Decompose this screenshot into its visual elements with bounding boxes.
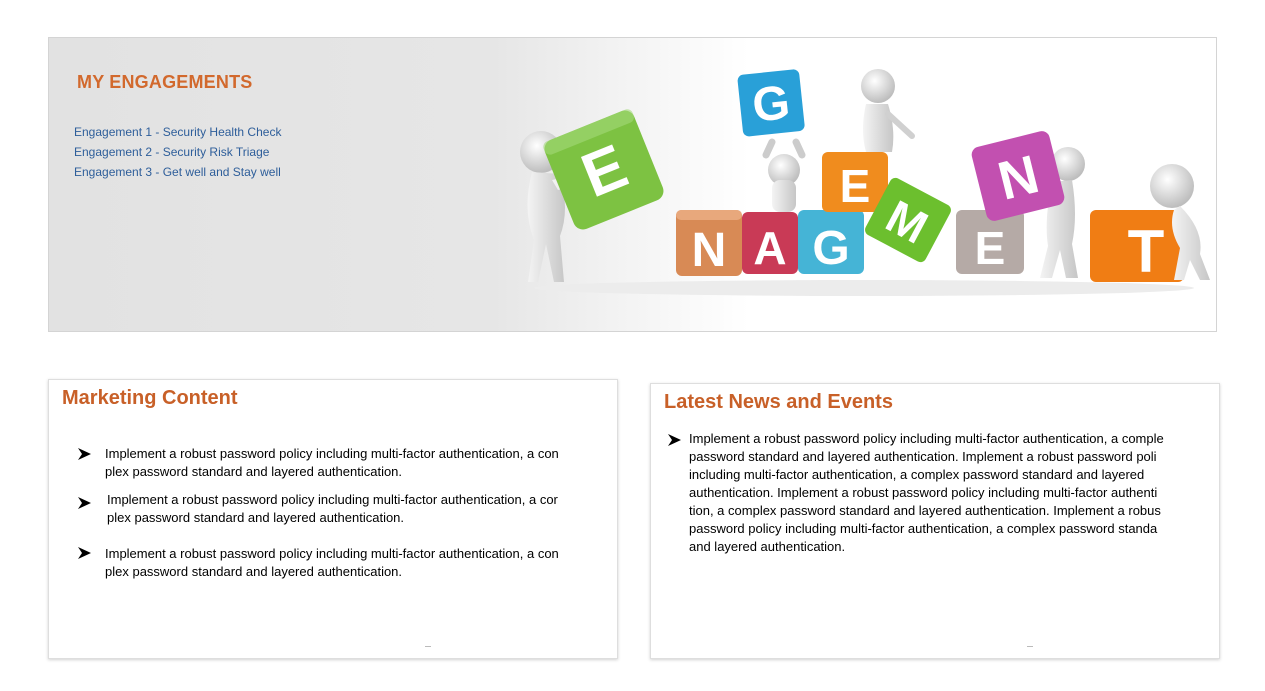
engagement-item[interactable]: Engagement 2 - Security Risk Triage	[74, 143, 281, 159]
marketing-item-3: Implement a robust password policy inclu…	[105, 546, 559, 579]
svg-text:A: A	[753, 222, 786, 274]
news-events-panel: Latest News and Events Implement a robus…	[650, 383, 1220, 659]
engagement-link-3[interactable]: Engagement 3 - Get well and Stay well	[74, 165, 281, 179]
bullet-arrow-icon	[78, 547, 91, 559]
svg-text:E: E	[840, 160, 871, 212]
engagement-blocks-illustration: E N A G G E M E N T	[520, 69, 1210, 296]
engagement-link-1[interactable]: Engagement 1 - Security Health Check	[74, 125, 281, 139]
engagement-list: Engagement 1 - Security Health Check Eng…	[74, 123, 281, 183]
marketing-content-panel: Marketing Content Implement a robust pas…	[48, 379, 618, 659]
marketing-item-2: Implement a robust password policy inclu…	[107, 492, 558, 525]
engagement-link-2[interactable]: Engagement 2 - Security Risk Triage	[74, 145, 269, 159]
bullet-arrow-icon	[668, 434, 681, 446]
bullet-arrow-icon	[78, 448, 91, 460]
block-n-tan: N	[676, 210, 742, 277]
figure-lifting	[762, 138, 806, 212]
engagement-item[interactable]: Engagement 1 - Security Health Check	[74, 123, 281, 139]
marketing-item-1: Implement a robust password policy inclu…	[105, 446, 559, 479]
banner-title: MY ENGAGEMENTS	[77, 72, 253, 92]
engagement-item[interactable]: Engagement 3 - Get well and Stay well	[74, 163, 281, 179]
svg-text:E: E	[975, 222, 1006, 274]
engagements-banner: MY ENGAGEMENTS Engagement 1 - Security H…	[48, 37, 1217, 332]
figure-sitting	[861, 69, 915, 152]
news-item-1: Implement a robust password policy inclu…	[689, 431, 1164, 554]
block-t-orange: T	[1090, 210, 1184, 285]
block-a-red: A	[742, 212, 798, 274]
svg-text:N: N	[692, 224, 727, 277]
block-g-cyan: G	[798, 210, 864, 275]
bullet-arrow-icon	[78, 497, 91, 509]
svg-text:T: T	[1128, 218, 1165, 285]
divider-mark	[425, 646, 431, 647]
block-e-orange: E	[822, 152, 888, 212]
svg-text:G: G	[812, 222, 849, 275]
block-g-top: G	[737, 69, 805, 137]
news-title: Latest News and Events	[664, 391, 893, 413]
svg-text:G: G	[750, 76, 793, 133]
marketing-title: Marketing Content	[62, 387, 238, 409]
divider-mark	[1027, 646, 1033, 647]
